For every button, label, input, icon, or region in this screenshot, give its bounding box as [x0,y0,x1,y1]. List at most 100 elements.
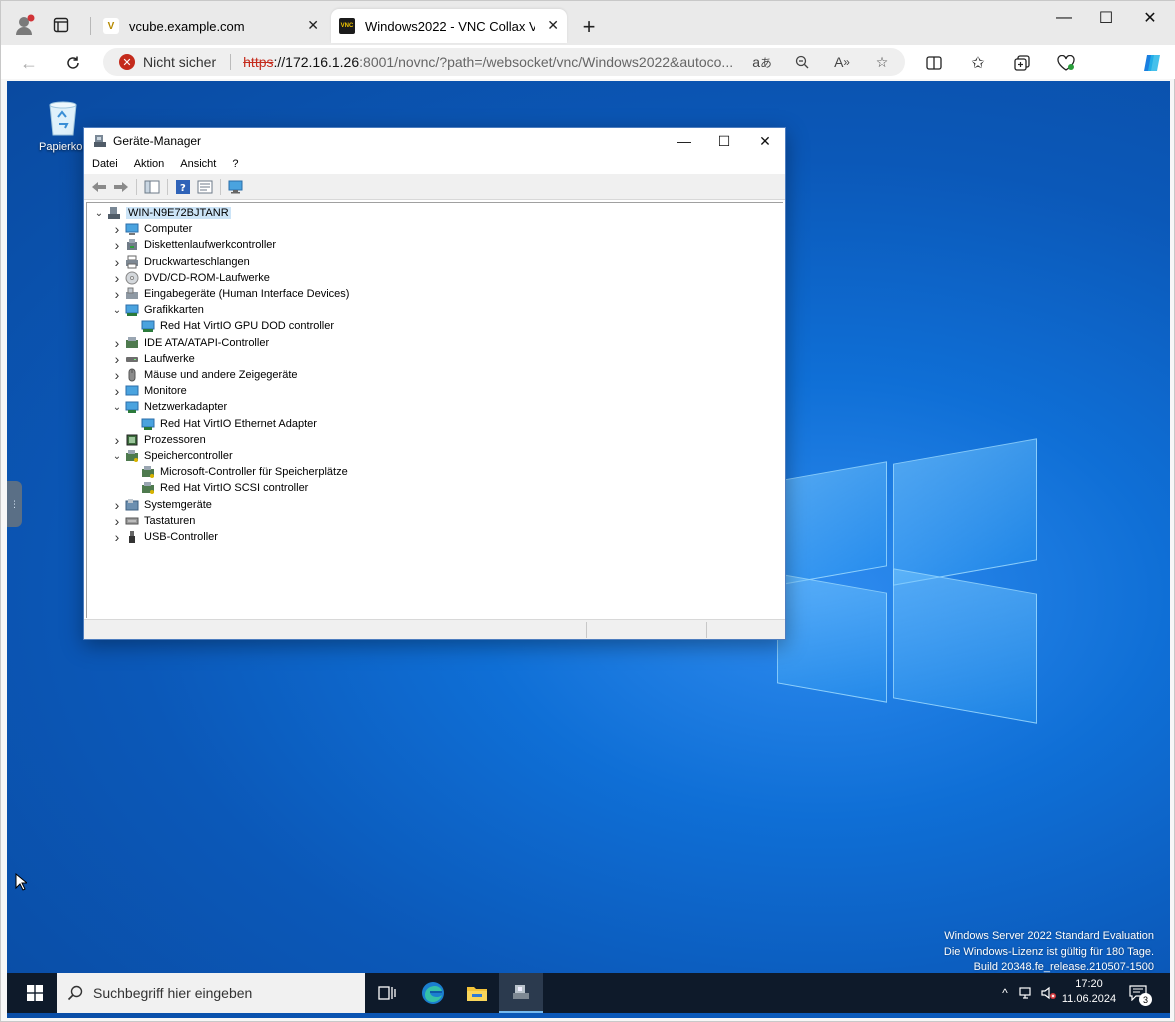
dvd-drive-icon [125,271,139,285]
recycle-bin-icon[interactable] [41,96,85,140]
novnc-control-bar-handle[interactable]: ⋮ [7,481,22,527]
device-category[interactable]: › Systemgeräte [109,497,212,513]
device-category[interactable]: › Laufwerke [109,351,195,367]
device-item[interactable]: Red Hat VirtIO GPU DOD controller [127,318,334,334]
device-label: WIN-N9E72BJTANR [126,207,231,219]
translate-icon[interactable]: aあ [751,52,773,72]
window-titlebar[interactable]: Geräte-Manager — ☐ ✕ [84,128,785,154]
chevron-right-icon[interactable]: › [111,529,123,545]
chevron-down-icon[interactable]: ⌄ [111,304,123,316]
zoom-out-icon[interactable] [791,52,813,72]
menu-ansicht[interactable]: Ansicht [172,158,224,170]
menu-aktion[interactable]: Aktion [126,158,173,170]
device-category[interactable]: › Tastaturen [109,513,196,529]
minimize-icon[interactable]: — [1041,5,1087,31]
device-category[interactable]: › Monitore [109,383,187,399]
device-category[interactable]: › Eingabegeräte (Human Interface Devices) [109,286,350,302]
device-item[interactable]: Red Hat VirtIO Ethernet Adapter [127,416,317,432]
show-hide-tree-icon[interactable] [143,178,161,196]
toolbar-separator [167,178,168,195]
device-item[interactable]: Microsoft-Controller für Speicherplätze [127,464,348,480]
help-icon[interactable]: ? [174,178,192,196]
tab-vcube[interactable]: V vcube.example.com ✕ [91,9,327,43]
close-icon[interactable]: ✕ [307,17,319,34]
taskbar-explorer[interactable] [455,973,499,1013]
chevron-right-icon[interactable]: › [111,237,123,253]
device-category[interactable]: › IDE ATA/ATAPI-Controller [109,335,269,351]
start-button[interactable] [15,973,55,1013]
tree-root[interactable]: ⌄ WIN-N9E72BJTANR [91,205,231,221]
forward-icon[interactable] [112,178,130,196]
toolbar-separator [136,178,137,195]
profile-icon[interactable] [13,13,37,37]
chevron-right-icon[interactable]: › [111,286,123,302]
back-icon[interactable] [90,178,108,196]
menu-help[interactable]: ? [224,158,246,170]
network-icon[interactable] [1017,973,1037,1013]
notification-count-badge: 3 [1139,993,1152,1006]
chevron-down-icon[interactable]: ⌄ [93,207,105,219]
volume-muted-icon[interactable] [1039,973,1059,1013]
properties-icon[interactable] [196,178,214,196]
maximize-icon[interactable]: ☐ [704,128,744,154]
device-category[interactable]: › Druckwarteschlangen [109,254,250,270]
chevron-down-icon[interactable]: ⌄ [111,450,123,462]
browser-essentials-icon[interactable] [1053,50,1079,76]
maximize-icon[interactable]: ☐ [1083,5,1129,31]
chevron-down-icon[interactable]: ⌄ [111,401,123,413]
device-tree[interactable]: ⌄ WIN-N9E72BJTANR › Computer › Diskettenlaufw… [86,202,783,618]
device-item[interactable]: Red Hat VirtIO SCSI controller [127,480,308,496]
chevron-right-icon[interactable]: › [111,383,123,399]
close-icon[interactable]: ✕ [547,17,559,34]
tab-actions-icon[interactable] [51,15,71,35]
task-view-button[interactable] [365,973,409,1013]
favorites-icon[interactable]: ✩ [965,50,991,76]
logo-pane [777,573,887,703]
close-icon[interactable]: ✕ [745,128,785,154]
device-category[interactable]: › Prozessoren [109,432,206,448]
back-icon[interactable]: ← [15,49,43,77]
split-screen-icon[interactable] [921,50,947,76]
tab-vnc[interactable]: VNC Windows2022 - VNC Collax VM - ✕ [331,9,567,43]
chevron-right-icon[interactable]: › [111,367,123,383]
notifications-button[interactable]: 3 [1125,973,1152,1013]
security-label[interactable]: Nicht sicher [143,54,216,70]
url-text[interactable]: https://172.16.1.26:8001/novnc/?path=/we… [243,54,743,70]
read-aloud-icon[interactable]: A» [831,52,853,72]
chevron-right-icon[interactable]: › [111,513,123,529]
collections-icon[interactable] [1009,50,1035,76]
taskbar-edge[interactable] [411,973,455,1013]
chevron-right-icon[interactable]: › [111,335,123,351]
device-category[interactable]: › DVD/CD-ROM-Laufwerke [109,270,270,286]
chevron-right-icon[interactable]: › [111,270,123,286]
device-category[interactable]: › USB-Controller [109,529,218,545]
taskbar-search-input[interactable]: Suchbegriff hier eingeben [57,973,365,1013]
tab-bar: V vcube.example.com ✕ VNC Windows2022 - … [1,1,1175,45]
address-toolbar: ← ✕ Nicht sicher https://172.16.1.26:800… [1,45,1175,79]
new-tab-icon[interactable]: + [577,14,601,39]
device-category[interactable]: ⌄ Grafikkarten [109,302,204,318]
chevron-right-icon[interactable]: › [111,254,123,270]
chevron-right-icon[interactable]: › [111,432,123,448]
close-window-icon[interactable]: ✕ [1127,5,1173,31]
chevron-right-icon[interactable]: › [111,497,123,513]
device-category[interactable]: › Diskettenlaufwerkcontroller [109,237,276,253]
minimize-icon[interactable]: — [664,128,704,154]
display-adapter-icon [141,320,155,333]
chevron-right-icon[interactable]: › [111,351,123,367]
device-category[interactable]: ⌄ Netzwerkadapter [109,399,227,415]
favorite-star-icon[interactable]: ☆ [871,52,893,72]
show-hidden-icons-chevron-icon[interactable]: ^ [997,973,1013,1013]
storage-controller-icon [142,466,154,479]
menu-datei[interactable]: Datei [84,158,126,170]
device-category[interactable]: › Mäuse und andere Zeigegeräte [109,367,298,383]
taskbar-device-manager[interactable] [499,973,543,1013]
copilot-icon[interactable] [1139,50,1165,76]
device-category[interactable]: › Computer [109,221,193,237]
scan-hardware-icon[interactable] [227,178,245,196]
refresh-icon[interactable] [59,49,87,77]
device-category[interactable]: ⌄ Speichercontroller [109,448,233,464]
address-bar[interactable]: ✕ Nicht sicher https://172.16.1.26:8001/… [103,48,905,76]
chevron-right-icon[interactable]: › [111,221,123,237]
taskbar-clock[interactable]: 17:20 11.06.2024 [1061,977,1117,1007]
